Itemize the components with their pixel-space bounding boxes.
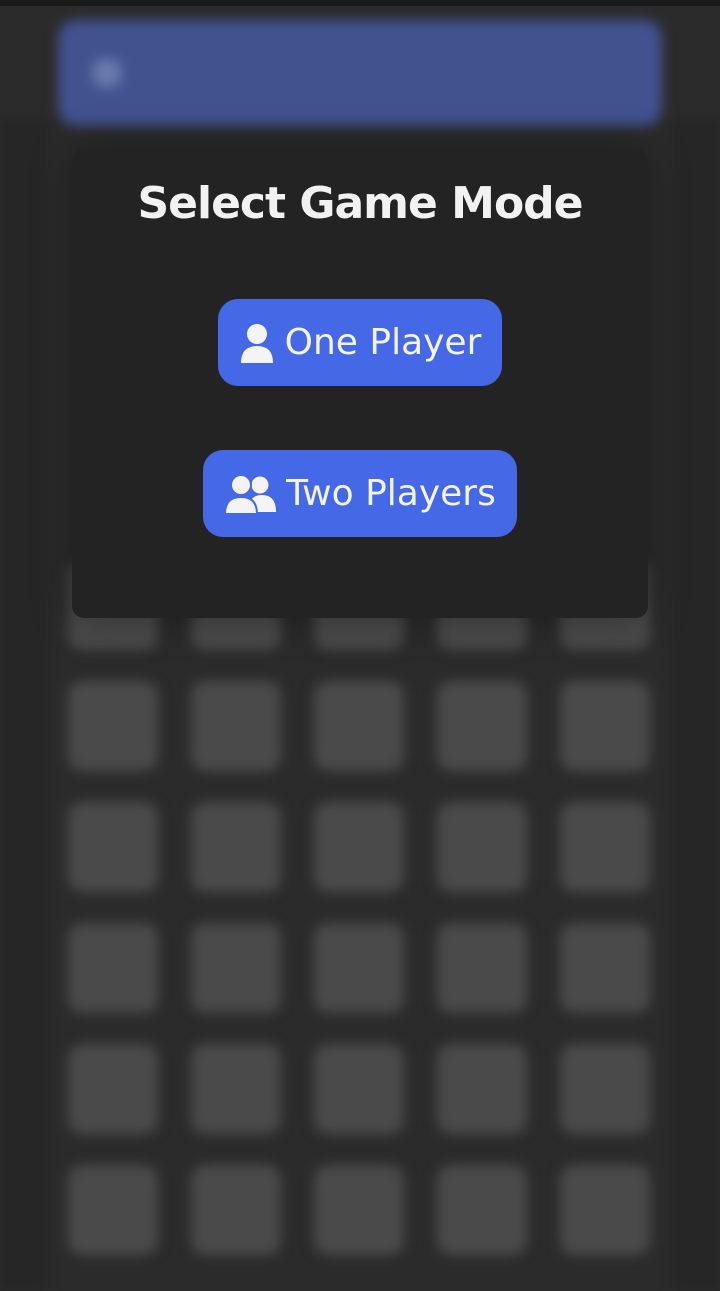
board-cell [437,681,527,771]
modal-title: Select Game Mode [137,178,583,229]
board-cell [68,923,158,1013]
board-cell [560,1165,650,1255]
blurred-board-grid [68,560,650,1255]
one-player-label: One Player [284,322,482,363]
board-cell [437,802,527,892]
board-cell [68,1044,158,1134]
two-players-label: Two Players [286,473,496,514]
two-players-button[interactable]: Two Players [203,450,517,537]
blurred-header-icon [92,58,122,88]
one-player-button[interactable]: One Player [218,299,502,386]
board-cell [314,1165,404,1255]
board-cell [314,802,404,892]
board-cell [560,923,650,1013]
board-cell [191,681,281,771]
user-icon [239,323,275,363]
board-cell [437,1165,527,1255]
board-cell [191,802,281,892]
board-cell [68,802,158,892]
board-cell [191,1165,281,1255]
board-cell [314,923,404,1013]
board-cell [437,923,527,1013]
board-cell [560,1044,650,1134]
blurred-header-bar [58,20,662,126]
backdrop-left-margin [0,120,46,1291]
board-cell [68,681,158,771]
users-icon [224,473,277,514]
board-cell [314,1044,404,1134]
board-cell [191,1044,281,1134]
board-cell [437,1044,527,1134]
board-cell [191,923,281,1013]
board-cell [68,1165,158,1255]
board-cell [314,681,404,771]
backdrop-right-margin [674,120,720,1291]
board-cell [560,802,650,892]
board-cell [560,681,650,771]
